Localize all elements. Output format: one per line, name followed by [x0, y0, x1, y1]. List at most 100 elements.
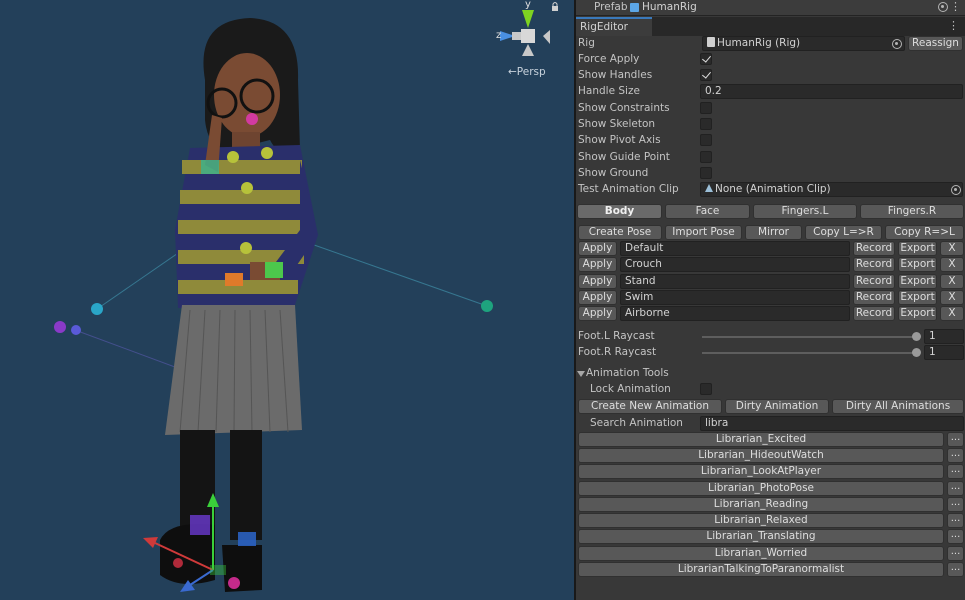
pose-name-input[interactable]: Airborne	[620, 306, 850, 321]
object-picker-icon[interactable]	[892, 39, 902, 49]
animation-more-button[interactable]: ...	[947, 464, 964, 479]
record-pose-button[interactable]: Record	[853, 257, 895, 272]
mirror-button[interactable]: Mirror	[745, 225, 802, 240]
animation-result-button[interactable]: LibrarianTalkingToParanormalist	[578, 562, 944, 577]
rig-handle[interactable]	[173, 558, 183, 568]
export-pose-button[interactable]: Export	[898, 257, 937, 272]
scene-view[interactable]: y z ←Persp	[0, 0, 574, 600]
record-pose-button[interactable]: Record	[853, 241, 895, 256]
remove-pose-button[interactable]: X	[940, 257, 964, 272]
slider-thumb[interactable]	[912, 348, 921, 357]
rig-handle[interactable]	[240, 242, 252, 254]
import-pose-button[interactable]: Import Pose	[665, 225, 742, 240]
animation-more-button[interactable]: ...	[947, 448, 964, 463]
pose-name-input[interactable]: Swim	[620, 290, 850, 305]
apply-pose-button[interactable]: Apply	[578, 274, 617, 289]
lock-animation-checkbox[interactable]	[700, 383, 712, 395]
remove-pose-button[interactable]: X	[940, 306, 964, 321]
rig-handle[interactable]	[54, 321, 66, 333]
test-clip-object-field[interactable]: None (Animation Clip)	[700, 182, 963, 197]
slider-thumb[interactable]	[912, 332, 921, 341]
remove-pose-button[interactable]: X	[940, 274, 964, 289]
apply-pose-button[interactable]: Apply	[578, 257, 617, 272]
force-apply-checkbox[interactable]	[700, 53, 712, 65]
record-pose-button[interactable]: Record	[853, 306, 895, 321]
foot-r-raycast-slider[interactable]	[702, 352, 916, 354]
create-new-animation-button[interactable]: Create New Animation	[578, 399, 722, 414]
export-pose-button[interactable]: Export	[898, 306, 937, 321]
animation-result-button[interactable]: Librarian_Relaxed	[578, 513, 944, 528]
handle-size-input[interactable]: 0.2	[700, 84, 963, 99]
remove-pose-button[interactable]: X	[940, 241, 964, 256]
show-skeleton-checkbox[interactable]	[700, 118, 712, 130]
export-pose-button[interactable]: Export	[898, 274, 937, 289]
orientation-gizmo[interactable]	[500, 10, 550, 56]
reassign-button[interactable]: Reassign	[908, 36, 963, 51]
show-handles-checkbox[interactable]	[700, 69, 712, 81]
animation-result-button[interactable]: Librarian_LookAtPlayer	[578, 464, 944, 479]
copy-l-to-r-button[interactable]: Copy L=>R	[805, 225, 882, 240]
rig-handle[interactable]	[228, 577, 240, 589]
projection-toggle[interactable]: ←Persp	[508, 66, 546, 78]
export-pose-button[interactable]: Export	[898, 241, 937, 256]
apply-pose-button[interactable]: Apply	[578, 290, 617, 305]
animation-more-button[interactable]: ...	[947, 562, 964, 577]
animation-result-button[interactable]: Librarian_PhotoPose	[578, 481, 944, 496]
copy-r-to-l-button[interactable]: Copy R=>L	[885, 225, 964, 240]
rig-handle[interactable]	[71, 325, 81, 335]
animation-more-button[interactable]: ...	[947, 497, 964, 512]
dirty-all-animations-button[interactable]: Dirty All Animations	[832, 399, 964, 414]
animation-more-button[interactable]: ...	[947, 546, 964, 561]
kebab-menu-icon[interactable]: ⋮	[950, 1, 961, 12]
export-pose-button[interactable]: Export	[898, 290, 937, 305]
prefab-value[interactable]: HumanRig	[642, 1, 697, 13]
rig-handle[interactable]	[246, 113, 258, 125]
rig-handle[interactable]	[261, 147, 273, 159]
pose-name-input[interactable]: Stand	[620, 274, 850, 289]
apply-pose-button[interactable]: Apply	[578, 241, 617, 256]
record-pose-button[interactable]: Record	[853, 290, 895, 305]
apply-pose-button[interactable]: Apply	[578, 306, 617, 321]
object-picker-icon[interactable]	[951, 185, 961, 195]
foot-r-raycast-input[interactable]: 1	[924, 345, 964, 360]
foot-l-raycast-input[interactable]: 1	[924, 329, 964, 344]
show-guide-point-checkbox[interactable]	[700, 151, 712, 163]
tab-rigeditor[interactable]: RigEditor	[576, 17, 652, 36]
rig-handle[interactable]	[91, 303, 103, 315]
pose-name-input[interactable]: Crouch	[620, 257, 850, 272]
rig-handle[interactable]	[201, 160, 219, 174]
rig-object-field[interactable]: HumanRig (Rig)	[702, 36, 905, 51]
rig-handle[interactable]	[227, 151, 239, 163]
animation-more-button[interactable]: ...	[947, 513, 964, 528]
foot-l-raycast-slider[interactable]	[702, 336, 916, 338]
section-tab-body[interactable]: Body	[577, 204, 662, 219]
rig-handle[interactable]	[265, 262, 283, 278]
rig-handle[interactable]	[225, 273, 243, 286]
create-pose-button[interactable]: Create Pose	[578, 225, 662, 240]
pose-name-input[interactable]: Default	[620, 241, 850, 256]
lock-icon[interactable]	[552, 2, 558, 12]
animation-result-button[interactable]: Librarian_HideoutWatch	[578, 448, 944, 463]
object-picker-icon[interactable]	[938, 2, 948, 12]
foldout-arrow-icon[interactable]	[577, 371, 585, 377]
section-tab-fingers-l[interactable]: Fingers.L	[753, 204, 857, 219]
remove-pose-button[interactable]: X	[940, 290, 964, 305]
animation-result-button[interactable]: Librarian_Translating	[578, 529, 944, 544]
show-ground-checkbox[interactable]	[700, 167, 712, 179]
rig-handle[interactable]	[238, 532, 256, 546]
section-tab-face[interactable]: Face	[665, 204, 750, 219]
section-tab-fingers-r[interactable]: Fingers.R	[860, 204, 964, 219]
animation-more-button[interactable]: ...	[947, 432, 964, 447]
rig-handle[interactable]	[190, 515, 210, 535]
kebab-menu-icon[interactable]: ⋮	[948, 20, 959, 31]
animation-result-button[interactable]: Librarian_Worried	[578, 546, 944, 561]
scene-viewport[interactable]: y z	[0, 0, 574, 600]
rig-handle[interactable]	[481, 300, 493, 312]
dirty-animation-button[interactable]: Dirty Animation	[725, 399, 829, 414]
rig-handle[interactable]	[241, 182, 253, 194]
animation-more-button[interactable]: ...	[947, 529, 964, 544]
animation-more-button[interactable]: ...	[947, 481, 964, 496]
animation-tools-foldout[interactable]: Animation Tools	[586, 366, 669, 381]
animation-result-button[interactable]: Librarian_Excited	[578, 432, 944, 447]
record-pose-button[interactable]: Record	[853, 274, 895, 289]
